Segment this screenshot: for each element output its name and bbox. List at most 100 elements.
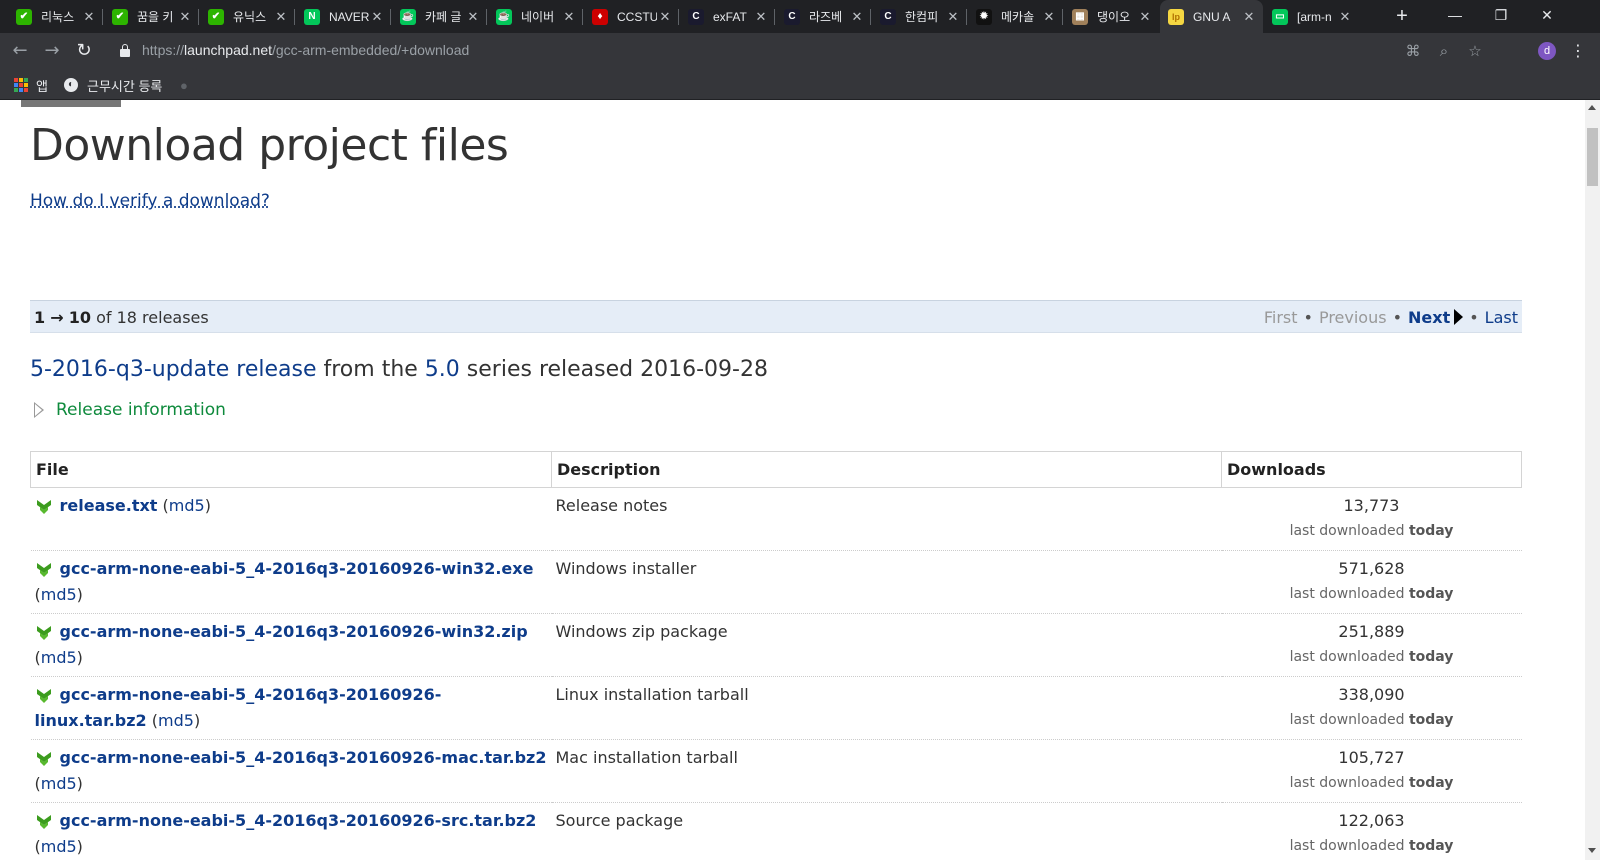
new-tab-button[interactable]: + (1390, 4, 1414, 28)
md5-link[interactable]: md5 (41, 774, 77, 793)
md5-link[interactable]: md5 (41, 585, 77, 604)
translate-icon[interactable]: ⌘ (1404, 42, 1422, 60)
description-cell: Windows installer (551, 550, 1222, 614)
file-download-link[interactable]: gcc-arm-none-eabi-5_4-2016q3-20160926-sr… (60, 811, 537, 830)
release-info-toggle[interactable]: Release information (34, 400, 226, 420)
reload-icon[interactable]: ↻ (72, 39, 96, 63)
next-arrow-icon (1454, 309, 1464, 325)
browser-tab[interactable]: N NAVER ✕ (296, 0, 391, 33)
bookmark-apple[interactable]: ● (180, 75, 188, 95)
page-title: Download project files (30, 120, 509, 171)
browser-tab[interactable]: ✔ 리눅스 ✕ (8, 0, 103, 33)
column-header-description: Description (551, 451, 1222, 488)
close-tab-icon[interactable]: ✕ (1137, 9, 1153, 25)
file-download-link[interactable]: release.txt (60, 496, 158, 515)
browser-tab[interactable]: C 라즈베 ✕ (776, 0, 871, 33)
tab-title: 리눅스 (41, 10, 75, 24)
close-tab-icon[interactable]: ✕ (369, 9, 385, 25)
browser-tab[interactable]: ✹ 메카솔 ✕ (968, 0, 1063, 33)
close-tab-icon[interactable]: ✕ (657, 9, 673, 25)
file-cell: gcc-arm-none-eabi-5_4-2016q3-20160926-wi… (30, 613, 552, 677)
tab-strip: ✔ 리눅스 ✕ ✔ 꿈을 키 ✕ ✔ 유닉스 ✕ N NAVER ✕ ☕ 카페 … (0, 0, 1600, 33)
pager: First • Previous • Next • Last (1263, 308, 1518, 327)
verify-download-link[interactable]: How do I verify a download? (30, 191, 270, 211)
pager-previous: Previous (1318, 308, 1387, 327)
tab-title: 유닉스 (233, 10, 267, 24)
close-tab-icon[interactable]: ✕ (753, 9, 769, 25)
bookmark-star-icon[interactable]: ☆ (1466, 42, 1484, 60)
browser-tab[interactable]: ☕ 네이버 ✕ (488, 0, 583, 33)
last-downloaded: last downloaded today (1289, 838, 1454, 854)
file-cell: gcc-arm-none-eabi-5_4-2016q3-20160926-wi… (30, 550, 552, 614)
file-download-link[interactable]: gcc-arm-none-eabi-5_4-2016q3-20160926-ma… (60, 748, 547, 767)
scroll-down-arrow-icon[interactable] (1588, 848, 1596, 853)
release-link[interactable]: 5-2016-q3-update release (30, 357, 317, 382)
browser-tab[interactable]: ✔ 꿈을 키 ✕ (104, 0, 199, 33)
close-window-button[interactable]: ✕ (1524, 0, 1570, 33)
close-tab-icon[interactable]: ✕ (1041, 9, 1057, 25)
favicon-icon: ✔ (112, 8, 128, 25)
maximize-button[interactable]: ❐ (1478, 0, 1524, 33)
pager-last-link[interactable]: Last (1485, 308, 1518, 327)
md5-link[interactable]: md5 (158, 711, 194, 730)
last-downloaded: last downloaded today (1289, 649, 1454, 665)
file-download-link[interactable]: gcc-arm-none-eabi-5_4-2016q3-20160926-wi… (60, 622, 528, 641)
tab-title: 한컴피 (905, 10, 939, 24)
download-count: 251,889 (1338, 622, 1405, 641)
bookmark-label: 근무시간 등록 (87, 78, 163, 94)
back-arrow-icon[interactable]: ← (8, 39, 32, 63)
table-row: release.txt (md5) Release notes 13,773 last… (30, 487, 1522, 551)
browser-tab[interactable]: C 한컴피 ✕ (872, 0, 967, 33)
downloads-cell: 338,090 last downloaded today (1221, 676, 1522, 740)
downloads-cell: 571,628 last downloaded today (1221, 550, 1522, 614)
browser-tab-active[interactable]: lp GNU A ✕ (1160, 0, 1263, 33)
bookmark-worktime[interactable]: ◐ 근무시간 등록 (64, 75, 162, 95)
browser-tab[interactable]: ▦ 댕이오 ✕ (1064, 0, 1159, 33)
tab-title: CCSTU (617, 9, 657, 24)
profile-avatar[interactable]: d (1538, 42, 1556, 60)
browser-tab[interactable]: ☕ 카페 글 ✕ (392, 0, 487, 33)
pager-next-link[interactable]: Next (1408, 308, 1464, 327)
page-content: Download project files How do I verify a… (0, 100, 1585, 860)
md5-link[interactable]: md5 (41, 648, 77, 667)
bookmark-apps[interactable]: 앱 (14, 75, 48, 95)
browser-tab[interactable]: ✔ 유닉스 ✕ (200, 0, 295, 33)
browser-tab[interactable]: ▭ [arm-n ✕ (1264, 0, 1359, 33)
close-tab-icon[interactable]: ✕ (81, 9, 97, 25)
column-header-downloads: Downloads (1221, 451, 1522, 488)
tab-title: exFAT (713, 9, 747, 24)
scroll-up-arrow-icon[interactable] (1588, 105, 1596, 110)
downloads-cell: 122,063 last downloaded today (1221, 802, 1522, 860)
close-tab-icon[interactable]: ✕ (945, 9, 961, 25)
minimize-button[interactable]: — (1432, 0, 1478, 33)
md5-link[interactable]: md5 (169, 496, 205, 515)
close-tab-icon[interactable]: ✕ (465, 9, 481, 25)
file-cell: gcc-arm-none-eabi-5_4-2016q3-20160926-sr… (30, 802, 552, 860)
close-tab-icon[interactable]: ✕ (1241, 9, 1257, 25)
menu-icon[interactable]: ⋮ (1570, 41, 1586, 61)
file-download-link[interactable]: gcc-arm-none-eabi-5_4-2016q3-20160926-wi… (60, 559, 534, 578)
zoom-icon[interactable]: ⌕ (1435, 42, 1453, 60)
forward-arrow-icon[interactable]: → (40, 39, 64, 63)
md5-link[interactable]: md5 (41, 837, 77, 856)
address-bar[interactable]: https://launchpad.net/gcc-arm-embedded/+… (110, 37, 1490, 65)
apple-icon: ● (180, 77, 188, 93)
files-table: File Description Downloads release.txt (… (30, 451, 1522, 860)
favicon-icon: ☕ (400, 8, 416, 25)
close-tab-icon[interactable]: ✕ (1337, 9, 1353, 25)
download-arrow-icon (36, 626, 51, 640)
close-tab-icon[interactable]: ✕ (561, 9, 577, 25)
browser-tab[interactable]: C exFAT ✕ (680, 0, 775, 33)
browser-tab[interactable]: ♦ CCSTU ✕ (584, 0, 679, 33)
column-header-file: File (30, 451, 552, 488)
tab-title: 네이버 (521, 10, 555, 24)
apps-grid-icon (14, 78, 28, 92)
file-download-link[interactable]: gcc-arm-none-eabi-5_4-2016q3-20160926-li… (35, 685, 442, 730)
series-link[interactable]: 5.0 (425, 357, 460, 382)
download-arrow-icon (36, 815, 51, 829)
close-tab-icon[interactable]: ✕ (273, 9, 289, 25)
page-scrollbar[interactable] (1585, 100, 1600, 860)
scroll-thumb[interactable] (1587, 128, 1598, 186)
close-tab-icon[interactable]: ✕ (849, 9, 865, 25)
close-tab-icon[interactable]: ✕ (177, 9, 193, 25)
